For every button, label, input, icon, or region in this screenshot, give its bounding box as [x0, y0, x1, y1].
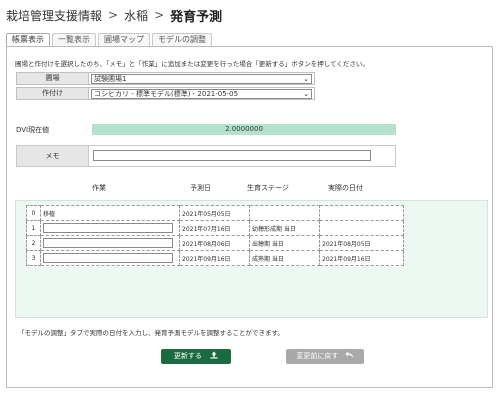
predicted-date-cell: 2021年08月06日 [179, 235, 250, 251]
growth-stage-cell [249, 205, 320, 221]
chevron-down-icon: ⌄ [303, 90, 309, 98]
table-row: 2 2021年08月06日 出穂期 当日 2021年08月05日 [26, 235, 404, 251]
task-cell: 移植 [40, 205, 180, 221]
task-input[interactable] [43, 253, 173, 263]
field-row: 圃場 試験圃場1 ⌄ [16, 72, 315, 85]
table-row: 3 2021年09月16日 成熟期 当日 2021年09月16日 [26, 250, 404, 266]
task-grid-area: 0 移植 2021年05月05日 1 2021年07月16日 幼穂形成期 当日 … [15, 200, 488, 318]
predicted-date-cell: 2021年09月16日 [179, 250, 250, 266]
task-input[interactable] [43, 223, 173, 233]
tab-list[interactable]: 一覧表示 [52, 33, 96, 47]
model-adjust-note: 「モデルの調整」タブで実際の日付を入力し、発育予測モデルを調整することができます… [18, 329, 284, 337]
tab-field-map[interactable]: 圃場マップ [98, 33, 150, 47]
growth-stage-cell: 幼穂形成期 当日 [249, 220, 320, 236]
crop-label: 作付け [16, 87, 89, 100]
actual-date-cell: 2021年08月05日 [319, 235, 404, 251]
crop-select-value: コシヒカリ - 標準モデル(標準) - 2021-05-05 [94, 90, 239, 98]
tab-model-adjust[interactable]: モデルの調整 [152, 33, 212, 47]
row-number: 2 [26, 235, 41, 251]
row-number: 1 [26, 220, 41, 236]
header-predicted-date: 予測日 [190, 184, 211, 192]
revert-button-label: 変更前に戻す [296, 352, 339, 360]
memo-label: メモ [17, 146, 89, 166]
actual-date-cell [319, 220, 404, 236]
page-title: 発育予測 [170, 9, 223, 25]
predicted-date-cell: 2021年05月05日 [179, 205, 250, 221]
breadcrumb-separator: > [108, 8, 119, 22]
crop-select[interactable]: コシヒカリ - 標準モデル(標準) - 2021-05-05 ⌄ [91, 89, 312, 99]
tab-bar: 帳票表示 一覧表示 圃場マップ モデルの調整 [6, 33, 214, 47]
field-select[interactable]: 試験圃場1 ⌄ [91, 74, 312, 84]
breadcrumb-item-support-info[interactable]: 栽培管理支援情報 [6, 7, 102, 24]
task-table: 0 移植 2021年05月05日 1 2021年07月16日 幼穂形成期 当日 … [26, 205, 404, 266]
tab-report[interactable]: 帳票表示 [6, 33, 50, 47]
revert-button[interactable]: 変更前に戻す [286, 349, 364, 364]
growth-stage-cell: 出穂期 当日 [249, 235, 320, 251]
chevron-down-icon: ⌄ [303, 75, 309, 83]
field-label: 圃場 [16, 72, 89, 85]
task-input[interactable] [43, 238, 173, 248]
header-actual-date: 実際の日付 [328, 184, 363, 192]
header-growth-stage: 生育ステージ [247, 184, 289, 192]
actual-date-cell: 2021年09月16日 [319, 250, 404, 266]
dvi-label: DVI現在値 [16, 126, 50, 134]
header-task: 作業 [92, 184, 106, 192]
breadcrumb-item-rice[interactable]: 水稲 [124, 7, 148, 24]
breadcrumb-separator: > [154, 8, 165, 22]
update-button[interactable]: 更新する [161, 349, 231, 364]
crop-row: 作付け コシヒカリ - 標準モデル(標準) - 2021-05-05 ⌄ [16, 87, 315, 100]
memo-row: メモ [16, 145, 396, 167]
memo-input[interactable] [93, 150, 371, 161]
breadcrumb: 栽培管理支援情報 > 水稲 > 発育予測 [6, 6, 223, 25]
instruction-text: 圃場と作付けを選択したのち、「メモ」と「作業」に追加または変更を行った場合「更新… [15, 60, 369, 68]
report-panel: 圃場と作付けを選択したのち、「メモ」と「作業」に追加または変更を行った場合「更新… [6, 46, 493, 388]
update-button-label: 更新する [173, 352, 202, 360]
actual-date-cell [319, 205, 404, 221]
dvi-value: 2.0000000 [92, 124, 396, 135]
upload-icon [210, 351, 218, 360]
field-select-value: 試験圃場1 [94, 75, 127, 83]
growth-stage-cell: 成熟期 当日 [249, 250, 320, 266]
row-number: 3 [26, 250, 41, 266]
predicted-date-cell: 2021年07月16日 [179, 220, 250, 236]
undo-arrow-icon [345, 351, 354, 360]
table-row: 1 2021年07月16日 幼穂形成期 当日 [26, 220, 404, 236]
row-number: 0 [26, 205, 41, 221]
table-row: 0 移植 2021年05月05日 [26, 205, 404, 221]
